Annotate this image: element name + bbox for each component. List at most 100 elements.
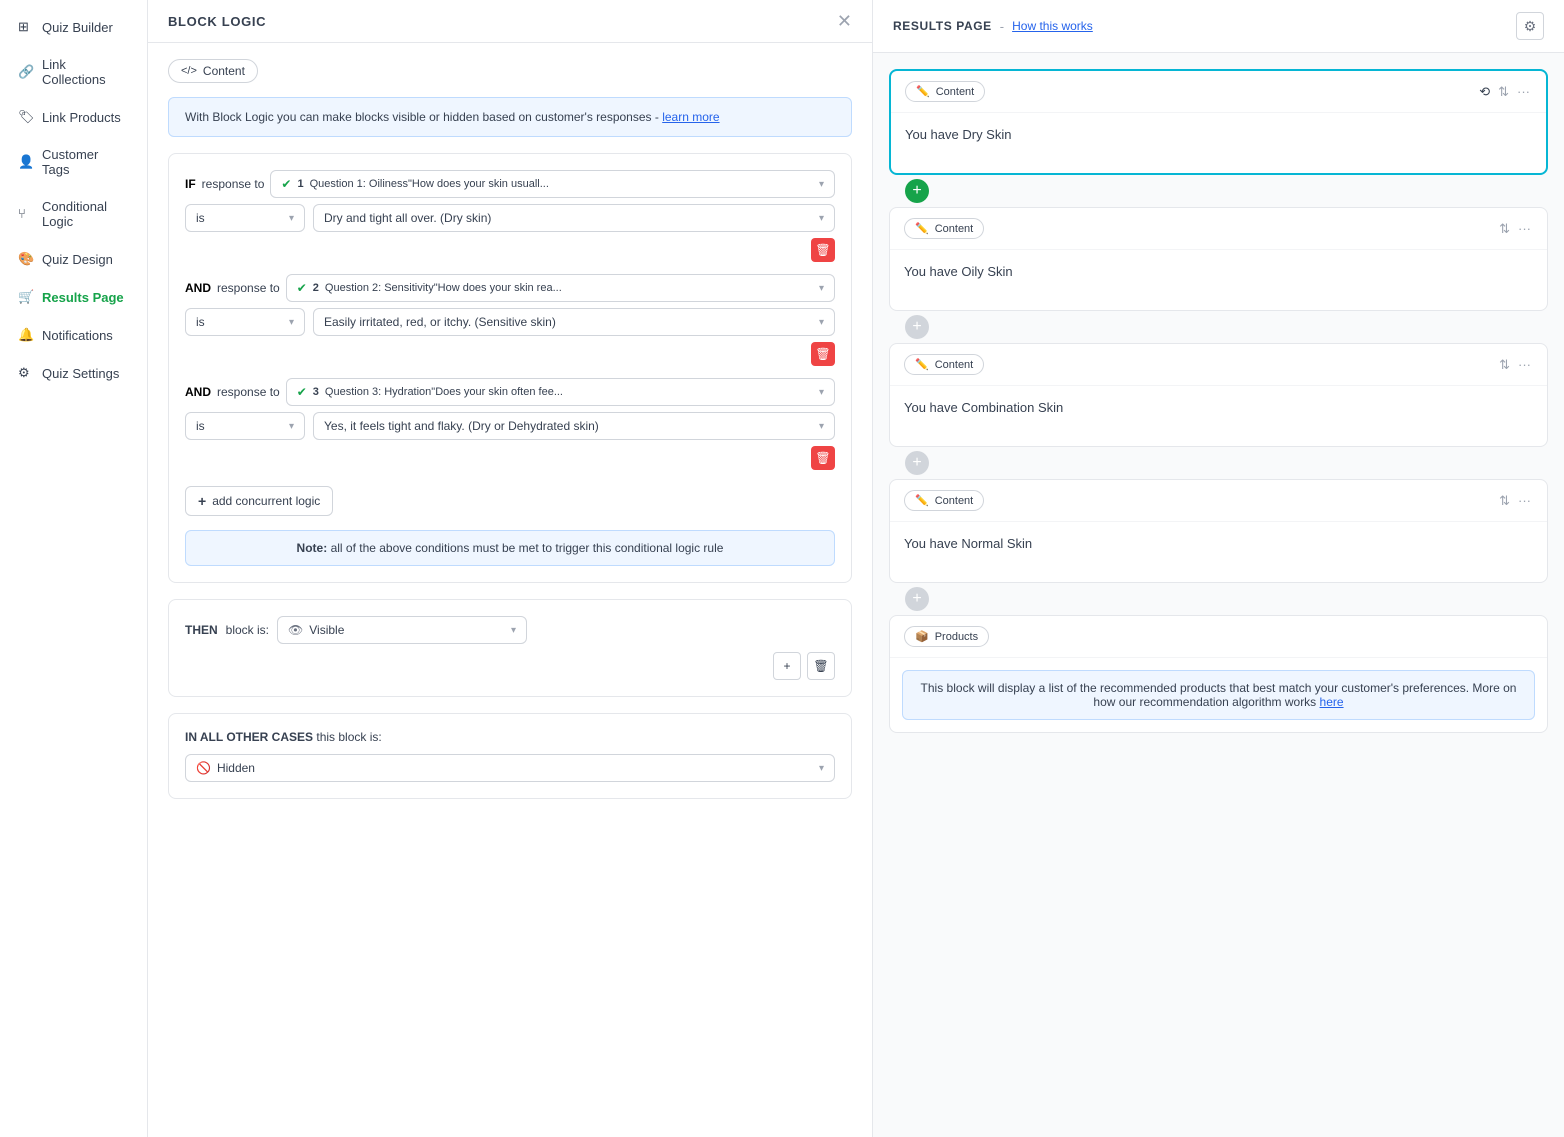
card-header-4: ✏️ Content ⇅ ··· — [890, 480, 1547, 522]
move-button-1[interactable]: ⇅ — [1496, 82, 1511, 102]
chevron-down-icon: ▾ — [511, 625, 516, 636]
and-keyword-1: AND — [185, 281, 211, 295]
sidebar-item-conditional-logic[interactable]: ⑂ Conditional Logic — [4, 189, 143, 239]
sidebar-item-link-collections[interactable]: 🔗 Link Collections — [4, 47, 143, 97]
pencil-icon-4: ✏️ — [915, 494, 929, 507]
sidebar-item-customer-tags[interactable]: 👤 Customer Tags — [4, 137, 143, 187]
block-is-label: block is: — [226, 623, 269, 637]
more-options-button-4[interactable]: ··· — [1516, 491, 1533, 511]
content-badge-2: ✏️ Content — [904, 218, 984, 239]
add-block-button-4[interactable]: + — [905, 587, 929, 611]
pencil-icon-2: ✏️ — [915, 222, 929, 235]
chevron-down-icon-3: ▾ — [819, 387, 824, 398]
pencil-icon-3: ✏️ — [915, 358, 929, 371]
value-select-1[interactable]: Dry and tight all over. (Dry skin) ▾ — [313, 204, 835, 232]
check-icon-2: ✔ — [297, 281, 307, 295]
response-to-label-1: response to — [202, 177, 265, 191]
add-rule-button[interactable]: + — [773, 652, 801, 680]
question-select-3[interactable]: ✔ 3 Question 3: Hydration"Does your skin… — [286, 378, 835, 406]
more-options-button-3[interactable]: ··· — [1516, 355, 1533, 375]
visibility-select[interactable]: 👁 Visible ▾ — [277, 616, 527, 644]
question-select-1[interactable]: ✔ 1 Question 1: Oiliness"How does your s… — [270, 170, 835, 198]
plus-connector-3: + — [889, 447, 1548, 479]
chevron-icon: ▾ — [289, 317, 294, 328]
value-select-3[interactable]: Yes, it feels tight and flaky. (Dry or D… — [313, 412, 835, 440]
other-cases-block: IN ALL OTHER CASES this block is: 🚫 Hidd… — [168, 713, 852, 799]
sidebar-item-quiz-settings[interactable]: ⚙ Quiz Settings — [4, 355, 143, 391]
chevron-icon: ▾ — [819, 317, 824, 328]
more-options-button-1[interactable]: ··· — [1515, 82, 1532, 102]
products-block: 📦 Products This block will display a lis… — [889, 615, 1548, 733]
value-select-2[interactable]: Easily irritated, red, or itchy. (Sensit… — [313, 308, 835, 336]
condition-row-2: AND response to ✔ 2 Question 2: Sensitiv… — [185, 274, 835, 366]
learn-more-link[interactable]: learn more — [662, 110, 719, 124]
hidden-select[interactable]: 🚫 Hidden ▾ — [185, 754, 835, 782]
condition-value-row-2: is ▾ Easily irritated, red, or itchy. (S… — [185, 308, 835, 336]
move-button-3[interactable]: ⇅ — [1497, 355, 1512, 375]
block-logic-trigger-button-1[interactable]: ⟲ — [1477, 82, 1492, 102]
code-icon: </> — [181, 65, 197, 77]
settings-icon: ⚙ — [18, 365, 34, 381]
other-cases-label: IN ALL OTHER CASES this block is: — [185, 730, 835, 744]
chevron-icon: ▾ — [819, 213, 824, 224]
card-header-1: ✏️ Content ⟲ ⇅ ··· — [891, 71, 1546, 113]
card-header-3: ✏️ Content ⇅ ··· — [890, 344, 1547, 386]
sidebar-item-notifications[interactable]: 🔔 Notifications — [4, 317, 143, 353]
delete-rule-button[interactable]: 🗑 — [807, 652, 835, 680]
grid-icon: ⊞ — [18, 19, 34, 35]
more-options-button-2[interactable]: ··· — [1516, 219, 1533, 239]
link-icon: 🔗 — [18, 64, 34, 80]
delete-condition-1-button[interactable]: 🗑 — [811, 238, 835, 262]
card-actions-1: ⟲ ⇅ ··· — [1477, 82, 1532, 102]
how-this-works-link[interactable]: How this works — [1012, 19, 1093, 33]
gear-icon: ⚙ — [1524, 18, 1537, 35]
response-to-label-2: response to — [217, 281, 280, 295]
delete-condition-2-button[interactable]: 🗑 — [811, 342, 835, 366]
operator-select-1[interactable]: is ▾ — [185, 204, 305, 232]
move-button-2[interactable]: ⇅ — [1497, 219, 1512, 239]
chevron-icon: ▾ — [819, 421, 824, 432]
move-button-4[interactable]: ⇅ — [1497, 491, 1512, 511]
palette-icon: 🎨 — [18, 251, 34, 267]
delete-row-3: 🗑 — [185, 446, 835, 470]
question-select-2[interactable]: ✔ 2 Question 2: Sensitivity"How does you… — [286, 274, 835, 302]
results-title-row: RESULTS PAGE - How this works — [893, 19, 1093, 34]
chevron-icon: ▾ — [289, 421, 294, 432]
pencil-icon-1: ✏️ — [916, 85, 930, 98]
delete-row-1: 🗑 — [185, 238, 835, 262]
delete-row-2: 🗑 — [185, 342, 835, 366]
panel-title: BLOCK LOGIC — [168, 14, 266, 29]
conditions-block: IF response to ✔ 1 Question 1: Oiliness"… — [168, 153, 852, 583]
delete-condition-3-button[interactable]: 🗑 — [811, 446, 835, 470]
sidebar-item-results-page[interactable]: 🛒 Results Page — [4, 279, 143, 315]
then-actions: + 🗑 — [185, 652, 835, 680]
operator-select-2[interactable]: is ▾ — [185, 308, 305, 336]
card-actions-2: ⇅ ··· — [1497, 219, 1533, 239]
main-content: BLOCK LOGIC ✕ </> Content With Block Log… — [148, 0, 1564, 1137]
operator-select-3[interactable]: is ▾ — [185, 412, 305, 440]
sidebar-item-link-products[interactable]: 🏷 Link Products — [4, 99, 143, 135]
close-button[interactable]: ✕ — [837, 12, 852, 30]
sidebar-item-quiz-builder[interactable]: ⊞ Quiz Builder — [4, 9, 143, 45]
card-header-2: ✏️ Content ⇅ ··· — [890, 208, 1547, 250]
products-here-link[interactable]: here — [1320, 695, 1344, 709]
condition-value-row-3: is ▾ Yes, it feels tight and flaky. (Dry… — [185, 412, 835, 440]
products-badge: 📦 Products — [904, 626, 989, 647]
content-type-badge: </> Content — [168, 59, 258, 83]
add-concurrent-logic-button[interactable]: + add concurrent logic — [185, 486, 333, 516]
results-settings-button[interactable]: ⚙ — [1516, 12, 1544, 40]
sidebar-item-quiz-design[interactable]: 🎨 Quiz Design — [4, 241, 143, 277]
plus-connector-4: + — [889, 583, 1548, 615]
add-block-button-1[interactable]: + — [905, 179, 929, 203]
add-block-button-2[interactable]: + — [905, 315, 929, 339]
user-tag-icon: 👤 — [18, 154, 34, 170]
bell-icon: 🔔 — [18, 327, 34, 343]
tag-icon: 🏷 — [18, 109, 34, 125]
condition-row-3: AND response to ✔ 3 Question 3: Hydratio… — [185, 378, 835, 470]
plus-connector-2: + — [889, 311, 1548, 343]
branch-icon: ⑂ — [18, 206, 34, 222]
add-block-button-3[interactable]: + — [905, 451, 929, 475]
chevron-down-icon: ▾ — [819, 763, 824, 774]
chevron-icon: ▾ — [289, 213, 294, 224]
content-block-4: ✏️ Content ⇅ ··· You have Normal Skin — [889, 479, 1548, 583]
